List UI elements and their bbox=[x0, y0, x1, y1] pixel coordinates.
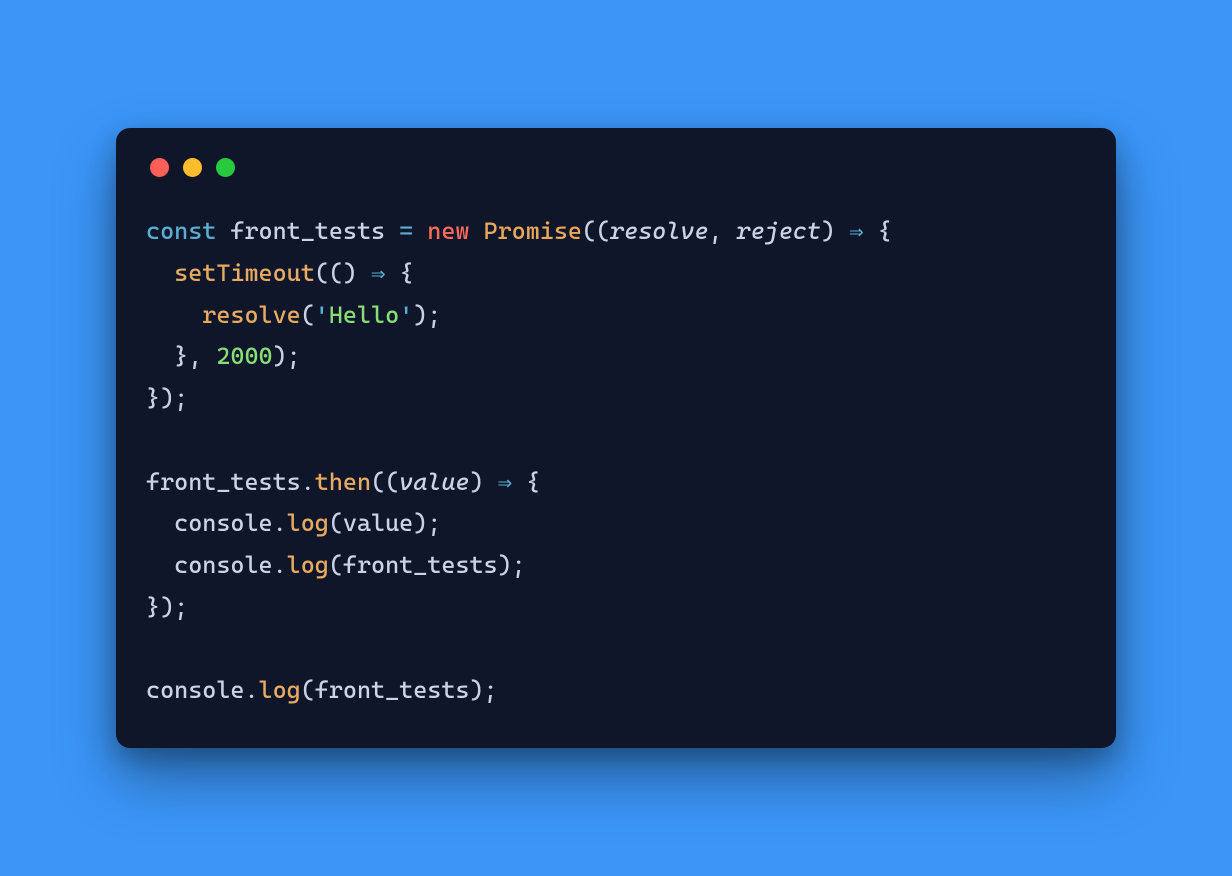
code-content: const front_tests = new Promise((resolve… bbox=[146, 211, 1086, 712]
code-token: ( bbox=[301, 301, 315, 329]
code-token: ' bbox=[315, 301, 329, 329]
code-token: 2000 bbox=[216, 342, 272, 370]
code-line: resolve('Hello'); bbox=[146, 295, 1086, 337]
code-token: { bbox=[385, 259, 413, 287]
code-token: ⇒ bbox=[849, 217, 863, 245]
code-token: reject bbox=[737, 217, 821, 245]
close-icon[interactable] bbox=[150, 158, 169, 177]
code-token: }); bbox=[146, 593, 188, 621]
code-token: ( bbox=[329, 509, 343, 537]
code-token: front_tests bbox=[343, 551, 498, 579]
code-token bbox=[469, 217, 483, 245]
code-token: ( bbox=[329, 551, 343, 579]
code-token: { bbox=[864, 217, 892, 245]
code-token: setTimeout bbox=[174, 259, 315, 287]
code-token: console bbox=[146, 509, 273, 537]
code-token: console bbox=[146, 551, 273, 579]
code-token bbox=[146, 301, 202, 329]
code-line: const front_tests = new Promise((resolve… bbox=[146, 211, 1086, 253]
code-line bbox=[146, 420, 1086, 462]
code-token: log bbox=[287, 551, 329, 579]
code-token: front_tests bbox=[230, 217, 385, 245]
code-token: front_tests bbox=[146, 468, 301, 496]
code-token: Hello bbox=[329, 301, 399, 329]
code-token: console bbox=[146, 676, 244, 704]
code-line: console.log(front_tests); bbox=[146, 670, 1086, 712]
code-token: , bbox=[709, 217, 737, 245]
code-token: ) bbox=[821, 217, 849, 245]
code-token: . bbox=[244, 676, 258, 704]
code-token: = bbox=[399, 217, 413, 245]
code-token: log bbox=[287, 509, 329, 537]
code-token: const bbox=[146, 217, 230, 245]
window-titlebar bbox=[146, 154, 1086, 211]
code-token: . bbox=[301, 468, 315, 496]
code-line: console.log(value); bbox=[146, 503, 1086, 545]
code-token: value bbox=[343, 509, 413, 537]
code-line: }, 2000); bbox=[146, 336, 1086, 378]
code-token: (() bbox=[315, 259, 371, 287]
code-token bbox=[385, 217, 399, 245]
code-token: ); bbox=[469, 676, 497, 704]
code-token: ⇒ bbox=[498, 468, 512, 496]
code-token: log bbox=[259, 676, 301, 704]
minimize-icon[interactable] bbox=[183, 158, 202, 177]
code-token: (( bbox=[582, 217, 610, 245]
code-token: ); bbox=[273, 342, 301, 370]
code-token: ); bbox=[413, 509, 441, 537]
code-line bbox=[146, 629, 1086, 671]
code-token: { bbox=[512, 468, 540, 496]
code-token: }); bbox=[146, 384, 188, 412]
code-token: new bbox=[427, 217, 469, 245]
code-window: const front_tests = new Promise((resolve… bbox=[116, 128, 1116, 748]
code-token: ); bbox=[498, 551, 526, 579]
code-token: resolve bbox=[202, 301, 300, 329]
code-token: ( bbox=[301, 676, 315, 704]
code-token: ); bbox=[413, 301, 441, 329]
code-token: (( bbox=[371, 468, 399, 496]
code-token bbox=[413, 217, 427, 245]
code-token: ) bbox=[469, 468, 497, 496]
code-token: resolve bbox=[610, 217, 708, 245]
code-token bbox=[146, 259, 174, 287]
code-line: console.log(front_tests); bbox=[146, 545, 1086, 587]
code-line: }); bbox=[146, 378, 1086, 420]
code-token: ' bbox=[399, 301, 413, 329]
code-token: . bbox=[273, 551, 287, 579]
code-token: . bbox=[273, 509, 287, 537]
code-token: then bbox=[315, 468, 371, 496]
code-token: Promise bbox=[484, 217, 582, 245]
code-line: }); bbox=[146, 587, 1086, 629]
code-token: }, bbox=[146, 342, 216, 370]
code-line: front_tests.then((value) ⇒ { bbox=[146, 462, 1086, 504]
code-token: value bbox=[399, 468, 469, 496]
code-line: setTimeout(() ⇒ { bbox=[146, 253, 1086, 295]
code-token: front_tests bbox=[315, 676, 470, 704]
maximize-icon[interactable] bbox=[216, 158, 235, 177]
code-token: ⇒ bbox=[371, 259, 385, 287]
